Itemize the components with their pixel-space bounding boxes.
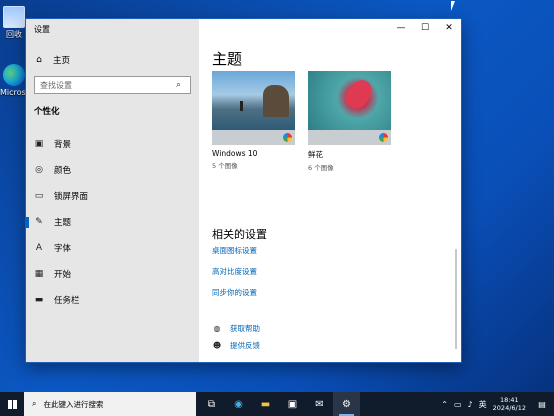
clock-date: 2024/6/12 [492,404,526,412]
settings-window: 设置 ⌂ 主页 ⌕ 个性化 ▣ 背景 ◎ 颜色 ▭ 锁屏界面 ✎ [26,19,461,362]
desktop-icon-settings-link[interactable]: 桌面图标设置 [212,245,257,256]
taskbar-search-placeholder: 在此键入进行搜索 [43,399,104,409]
edge-icon[interactable]: ◉ [225,392,252,416]
minimize-button[interactable]: — [389,19,413,37]
taskbar: ⌕ 在此键入进行搜索 ⧉ ◉ ▬ ▣ ✉ ⚙ ⌃ ▭ ♪ 英 18:41 202… [0,392,554,416]
sidebar-item-label: 背景 [54,140,72,150]
maximize-button[interactable]: ☐ [413,19,437,37]
help-chat-icon: ◍ [213,323,221,333]
search-icon: ⌕ [32,399,37,408]
file-explorer-icon[interactable]: ▬ [252,392,279,416]
settings-search-input[interactable] [40,80,176,90]
sidebar-item-lock-screen[interactable]: ▭ 锁屏界面 [26,183,199,209]
home-icon: ⌂ [36,55,42,65]
theme-image-count: 5 个图像 [212,162,238,170]
theme-list: Windows 10 5 个图像 鲜花 6 个图像 [212,71,404,172]
clock[interactable]: 18:41 2024/6/12 [493,396,526,412]
section-title: 个性化 [34,107,60,117]
get-help-link[interactable]: ◍ 获取帮助 [212,323,261,334]
clock-time: 18:41 [499,396,519,404]
system-tray: ⌃ ▭ ♪ 英 18:41 2024/6/12 ▤ [441,392,554,416]
theme-thumbnail[interactable] [308,71,391,145]
window-controls: — ☐ ✕ [389,19,461,37]
high-contrast-settings-link[interactable]: 高对比度设置 [212,266,257,277]
feedback-icon: ☻ [212,340,222,350]
font-icon: A [35,243,43,253]
sidebar-item-themes[interactable]: ✎ 主题 [26,209,199,235]
theme-image-count: 6 个图像 [308,164,334,172]
theme-name: 鲜花 [308,150,323,159]
sidebar-item-background[interactable]: ▣ 背景 [26,131,199,157]
help-label: 提供反馈 [230,341,260,350]
search-icon[interactable]: ⌕ [176,80,185,90]
desktop-icon-label: 回收 [6,30,22,39]
help-label: 获取帮助 [230,324,260,333]
sync-settings-link[interactable]: 同步你的设置 [212,287,257,298]
palette-icon: ◎ [35,165,43,175]
window-title: 设置 [34,25,50,34]
sidebar-item-label: 颜色 [54,166,72,176]
desktop-recycle-bin[interactable]: 回收 [0,6,28,39]
scrollbar[interactable] [455,249,457,349]
taskbar-search[interactable]: ⌕ 在此键入进行搜索 [24,392,196,416]
chevron-up-icon[interactable]: ⌃ [441,400,448,409]
sidebar-item-label: 字体 [54,244,72,254]
sidebar-nav: ▣ 背景 ◎ 颜色 ▭ 锁屏界面 ✎ 主题 A 字体 ▦ 开始 ▬ 任务栏 [26,131,199,313]
theme-preview-image [212,71,295,130]
taskbar-apps: ⧉ ◉ ▬ ▣ ✉ ⚙ [198,392,360,416]
picture-icon: ▣ [34,139,44,149]
related-settings-heading: 相关的设置 [212,228,267,241]
sidebar-item-label: 开始 [54,270,72,280]
network-icon[interactable]: ▭ [454,400,462,409]
theme-name: Windows 10 [212,149,258,158]
color-wheel-icon [379,133,388,142]
feedback-link[interactable]: ☻ 提供反馈 [212,340,260,351]
volume-icon[interactable]: ♪ [468,400,473,409]
mail-icon[interactable]: ✉ [306,392,333,416]
ime-indicator[interactable]: 英 [479,399,487,410]
sidebar-item-label: 锁屏界面 [54,192,89,202]
theme-card-flowers[interactable]: 鲜花 6 个图像 [308,71,391,172]
store-icon[interactable]: ▣ [279,392,306,416]
sidebar-item-colors[interactable]: ◎ 颜色 [26,157,199,183]
desktop-edge[interactable]: Microsoft Edge [0,64,28,97]
task-view-icon[interactable]: ⧉ [198,392,225,416]
page-title: 主题 [212,50,243,68]
edge-icon [3,64,25,86]
sidebar-item-start[interactable]: ▦ 开始 [26,261,199,287]
lock-screen-icon: ▭ [34,191,44,201]
start-icon: ▦ [34,269,44,279]
sidebar-item-fonts[interactable]: A 字体 [26,235,199,261]
close-button[interactable]: ✕ [437,19,461,37]
theme-thumbnail[interactable] [212,71,295,145]
brush-icon: ✎ [35,217,43,227]
home-label: 主页 [53,56,71,66]
sidebar-item-label: 主题 [54,218,72,228]
windows-logo-icon [7,399,17,409]
theme-card-windows10[interactable]: Windows 10 5 个图像 [212,71,295,172]
desktop-icon-label: Microsoft Edge [0,88,28,97]
sidebar: 设置 ⌂ 主页 ⌕ 个性化 ▣ 背景 ◎ 颜色 ▭ 锁屏界面 ✎ [26,19,199,362]
sidebar-item-label: 任务栏 [54,296,80,306]
settings-search-box[interactable]: ⌕ [34,76,191,94]
notification-icon[interactable]: ▤ [534,400,550,409]
taskbar-icon: ▬ [34,295,44,305]
sidebar-item-taskbar[interactable]: ▬ 任务栏 [26,287,199,313]
mouse-cursor [451,1,459,11]
settings-icon[interactable]: ⚙ [333,392,360,416]
start-button[interactable] [0,392,24,416]
theme-preview-image [308,71,391,130]
main-content: — ☐ ✕ 主题 Windows 10 5 个图像 鲜花 6 个图像 相关的设置… [199,19,461,362]
recycle-bin-icon [3,6,25,28]
color-wheel-icon [283,133,292,142]
home-link[interactable]: ⌂ 主页 [34,54,70,66]
